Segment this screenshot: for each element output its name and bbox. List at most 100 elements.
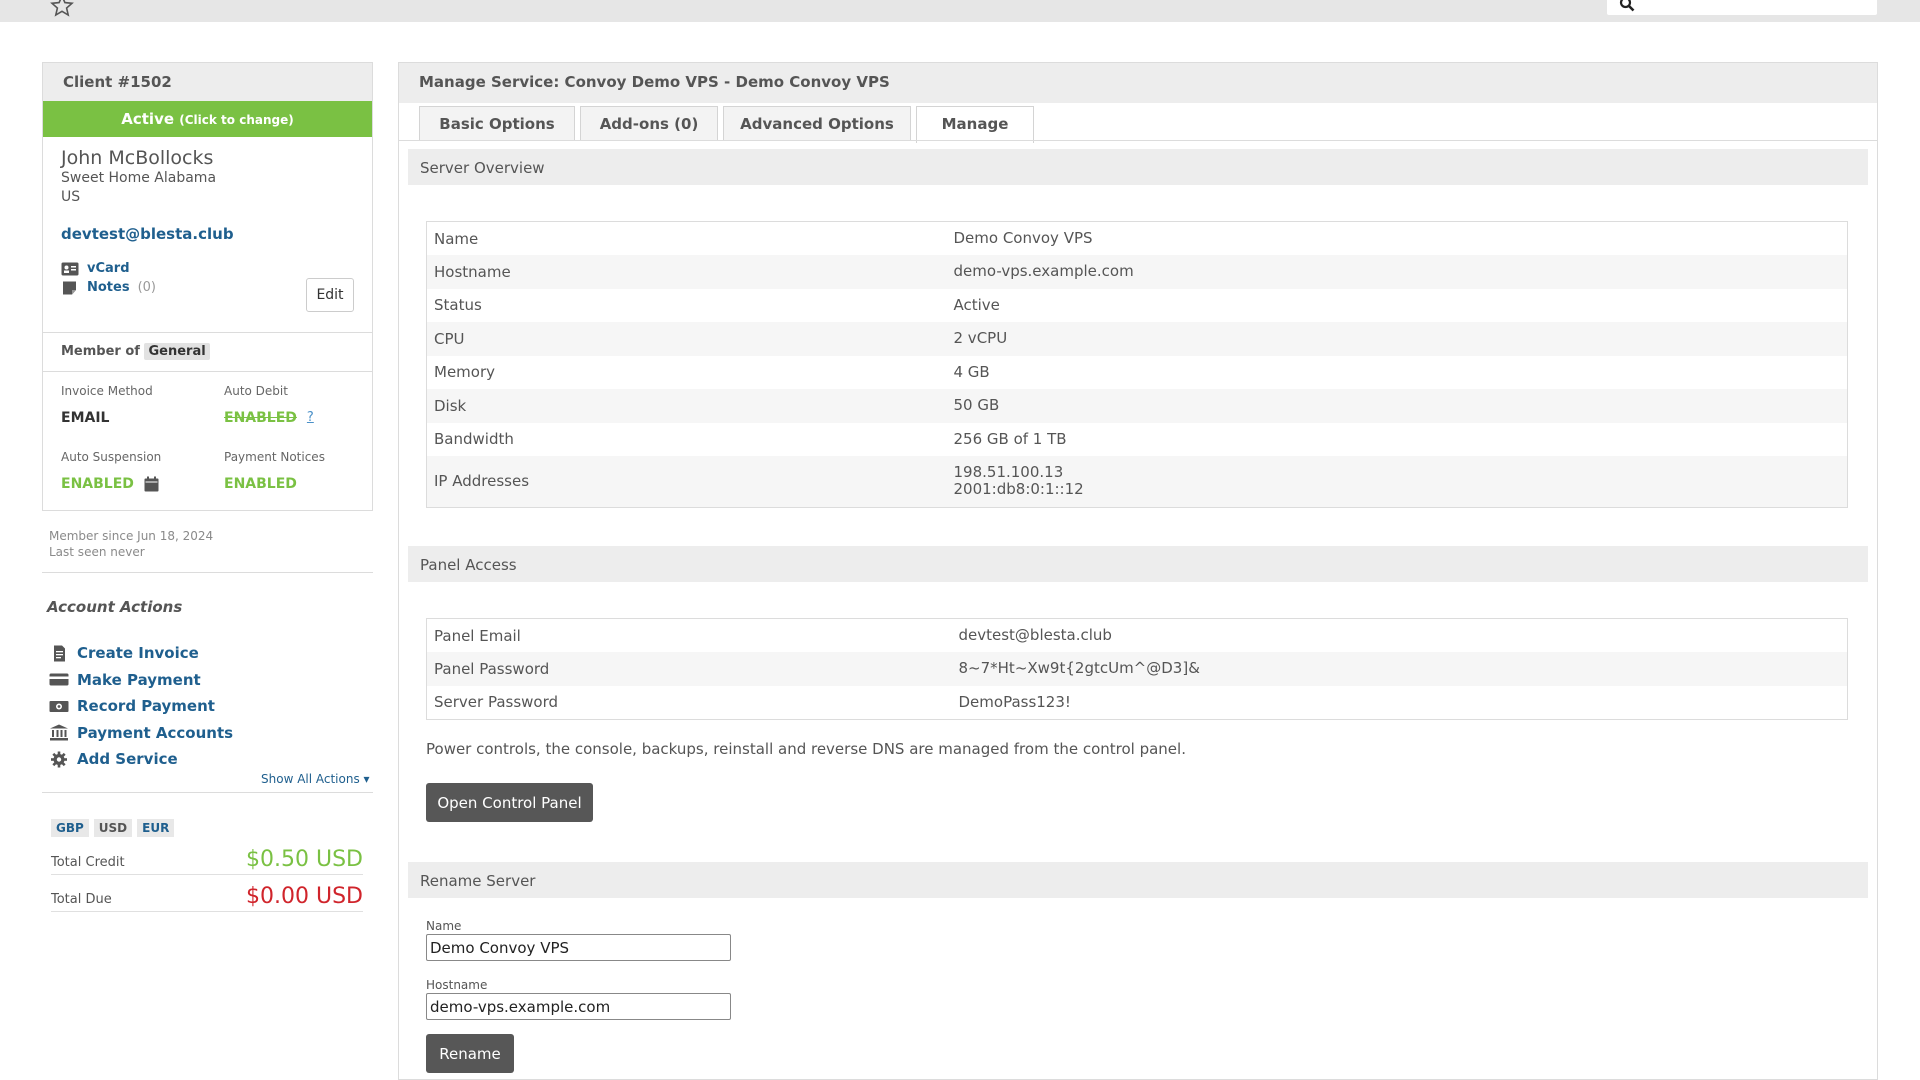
client-card: Client #1502 Active (Click to change) Jo… (42, 62, 373, 511)
table-row: Disk 50 GB (426, 389, 1848, 423)
table-row: Bandwidth 256 GB of 1 TB (427, 423, 1848, 457)
hostname-input[interactable] (426, 993, 731, 1020)
row-value: 4 GB (953, 362, 990, 381)
calendar-icon[interactable] (144, 476, 159, 492)
total-credit-row: Total Credit $0.50 USD (51, 845, 363, 875)
tab-addons[interactable]: Add-ons (0) (580, 106, 718, 141)
create-invoice-label: Create Invoice (77, 644, 199, 663)
open-control-panel-button[interactable]: Open Control Panel (426, 783, 593, 822)
auto-suspension-label: Auto Suspension (61, 450, 162, 464)
add-service-link[interactable]: Add Service (49, 746, 233, 773)
row-label: Server Password (434, 693, 559, 711)
row-label: Memory (434, 363, 496, 382)
server-overview-heading: Server Overview (408, 149, 1868, 185)
create-invoice-link[interactable]: Create Invoice (49, 640, 233, 667)
manage-service-panel: Manage Service: Convoy Demo VPS - Demo C… (398, 62, 1878, 1080)
row-label: Disk (426, 389, 947, 423)
search-icon[interactable] (1619, 0, 1635, 12)
table-row: Hostname demo-vps.example.com (426, 255, 1848, 289)
payment-accounts-label: Payment Accounts (77, 723, 234, 742)
currency-usd[interactable]: USD (93, 819, 133, 837)
panel-note: Power controls, the console, backups, re… (426, 740, 1186, 758)
invoice-icon (54, 645, 65, 662)
payment-accounts-link[interactable]: Payment Accounts (49, 720, 233, 747)
server-name-input[interactable] (426, 934, 731, 961)
row-label: Hostname (426, 255, 947, 289)
total-due-label: Total Due (51, 892, 112, 907)
invoice-method-value: EMAIL (61, 410, 110, 426)
client-name: John McBollocks (61, 147, 214, 169)
tab-advanced-options[interactable]: Advanced Options (723, 106, 911, 141)
credit-card-icon (49, 673, 69, 686)
table-row: Status Active (427, 289, 1848, 323)
record-payment-link[interactable]: Record Payment (49, 693, 233, 720)
top-bar (0, 0, 1920, 22)
payment-notices-label: Payment Notices (224, 450, 325, 464)
table-row: CPU 2 vCPU (426, 322, 1848, 356)
row-value: 8~7*Ht~Xw9t{2gtcUm^@D3]& (951, 652, 1848, 686)
gear-icon (51, 751, 67, 768)
tab-manage[interactable]: Manage (916, 106, 1034, 143)
money-icon (49, 700, 69, 712)
show-all-actions-label: Show All Actions (261, 772, 360, 786)
notes-label: Notes (87, 280, 130, 295)
panel-access-table: Panel Email devtest@blesta.club Panel Pa… (426, 618, 1848, 720)
page-title: Manage Service: Convoy Demo VPS - Demo C… (399, 63, 1877, 103)
account-actions-list: Create Invoice Make Payment Record Payme… (49, 640, 233, 773)
total-due-row: Total Due $0.00 USD (51, 882, 363, 912)
edit-client-button[interactable]: Edit (306, 278, 354, 312)
member-since-text: Member since Jun 18, 2024 (49, 529, 214, 543)
row-label: IP Addresses (426, 456, 947, 507)
rename-server-heading: Rename Server (408, 862, 1868, 898)
total-credit-value: $0.50 USD (246, 847, 363, 872)
member-of-label: Member of (61, 344, 140, 359)
vcard-label: vCard (87, 261, 130, 276)
currency-eur[interactable]: EUR (137, 819, 175, 837)
tab-divider (399, 140, 1877, 141)
show-all-actions-link[interactable]: Show All Actions ▾ (261, 772, 370, 786)
server-overview-table: Name Demo Convoy VPS Hostname demo-vps.e… (426, 221, 1848, 508)
client-country: US (61, 189, 81, 205)
currency-selector: GBP USD EUR (51, 819, 175, 837)
star-icon[interactable] (49, 0, 75, 18)
make-payment-link[interactable]: Make Payment (49, 667, 233, 694)
vcard-link[interactable]: vCard (61, 261, 354, 276)
table-row: Panel Password 8~7*Ht~Xw9t{2gtcUm^@D3]& (426, 652, 1848, 686)
client-group-badge: General (144, 343, 210, 360)
notes-count: (0) (137, 280, 157, 295)
client-status-toggle[interactable]: Active (Click to change) (43, 101, 372, 137)
table-row: Panel Email devtest@blesta.club (427, 619, 1848, 653)
row-value: devtest@blesta.club (958, 626, 1112, 644)
ipv4-address: 198.51.100.13 (953, 463, 1064, 482)
auto-debit-help-link[interactable]: ? (307, 410, 314, 425)
caret-down-icon: ▾ (363, 772, 370, 786)
divider (42, 572, 373, 573)
currency-gbp[interactable]: GBP (51, 819, 89, 837)
table-row: Memory 4 GB (427, 356, 1848, 390)
bank-icon (50, 724, 68, 741)
client-info: John McBollocks Sweet Home Alabama US de… (43, 137, 372, 332)
member-of-row: Member of General (43, 332, 372, 372)
row-value: Active (953, 295, 1000, 314)
total-due-value: $0.00 USD (246, 884, 363, 909)
invoice-method-label: Invoice Method (61, 384, 153, 398)
rename-button[interactable]: Rename (426, 1034, 514, 1073)
service-tabs: Basic Options Add-ons (0) Advanced Optio… (419, 106, 1034, 143)
row-label: Status (434, 296, 482, 315)
row-label: CPU (426, 322, 947, 356)
name-field-label: Name (426, 919, 462, 933)
panel-access-heading: Panel Access (408, 546, 1868, 582)
client-email-link[interactable]: devtest@blesta.club (61, 225, 354, 243)
search-box[interactable] (1607, 0, 1877, 15)
last-seen-text: Last seen never (49, 545, 145, 559)
client-status: Active (121, 110, 175, 128)
hostname-field-label: Hostname (426, 978, 488, 992)
row-value: 50 GB (946, 389, 1848, 423)
account-actions-title: Account Actions (47, 598, 183, 616)
record-payment-label: Record Payment (77, 697, 215, 716)
row-value: Demo Convoy VPS (953, 229, 1093, 247)
row-value: DemoPass123! (958, 692, 1071, 711)
ip-addresses-value: 198.51.100.13 2001:db8:0:1::12 (946, 456, 1848, 507)
payment-notices-value: ENABLED (224, 476, 297, 492)
tab-basic-options[interactable]: Basic Options (419, 106, 575, 141)
